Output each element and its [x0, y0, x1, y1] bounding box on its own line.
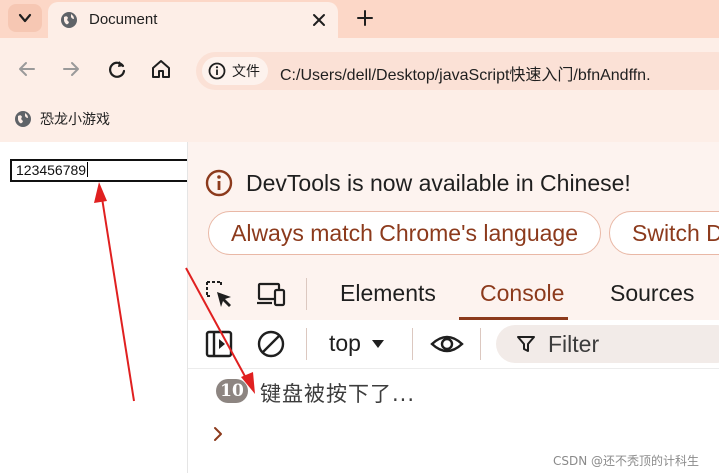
address-bar[interactable]: 文件 C:/Users/dell/Desktop/javaScript快速入门/…	[196, 52, 719, 90]
console-prompt-icon[interactable]	[210, 426, 226, 442]
text-input[interactable]: 123456789	[10, 159, 190, 182]
dropdown-arrow-icon	[371, 339, 384, 348]
site-chip-label: 文件	[232, 63, 260, 79]
browser-tab[interactable]: Document	[48, 2, 338, 38]
tab-title: Document	[89, 11, 158, 28]
notice-text: DevTools is now available in Chinese!	[246, 170, 631, 196]
tab-strip: Document	[0, 0, 719, 38]
language-notice: DevTools is now available in Chinese! Al…	[188, 142, 719, 268]
info-icon	[208, 62, 226, 80]
bookmark-item[interactable]: 恐龙小游戏	[14, 109, 110, 129]
always-match-language-button[interactable]: Always match Chrome's language	[208, 211, 601, 255]
bookmarks-bar: 恐龙小游戏	[0, 100, 719, 142]
page-viewport: 123456789	[0, 142, 190, 473]
tab-elements[interactable]: Elements	[340, 280, 436, 307]
home-icon[interactable]	[150, 58, 172, 80]
repeat-count-badge: 10	[216, 379, 248, 403]
filter-placeholder: Filter	[548, 331, 600, 357]
text-caret	[87, 162, 89, 177]
devtools-tabs-bar: Elements Console Sources	[188, 268, 719, 321]
switch-language-button[interactable]: Switch D	[609, 211, 719, 255]
watermark: CSDN @还不秃顶的计科生	[553, 454, 700, 468]
tab-search-button[interactable]	[8, 4, 42, 32]
forward-icon[interactable]	[60, 58, 82, 80]
tab-sources[interactable]: Sources	[610, 280, 694, 307]
divider	[306, 328, 307, 360]
context-selector[interactable]: top	[329, 330, 385, 357]
new-tab-icon[interactable]	[354, 7, 376, 29]
log-message: 键盘被按下了...	[260, 382, 416, 406]
divider	[480, 328, 481, 360]
devtools-panel: DevTools is now available in Chinese! Al…	[187, 142, 719, 473]
filter-input[interactable]: Filter	[496, 325, 719, 363]
input-value: 123456789	[16, 162, 87, 178]
context-label: top	[329, 330, 361, 356]
console-toolbar: top Filter	[188, 320, 719, 369]
filter-icon	[517, 336, 535, 352]
console-log-row: 10 键盘被按下了...	[188, 374, 719, 408]
sidebar-toggle-icon[interactable]	[204, 329, 234, 359]
clear-console-icon[interactable]	[256, 329, 286, 359]
divider	[412, 328, 413, 360]
globe-icon	[61, 12, 77, 28]
site-info-chip[interactable]: 文件	[202, 57, 268, 85]
divider	[306, 278, 307, 310]
tab-console[interactable]: Console	[480, 280, 564, 307]
globe-icon	[15, 111, 31, 127]
bookmark-label: 恐龙小游戏	[40, 111, 110, 127]
info-icon	[205, 169, 233, 197]
eye-icon[interactable]	[430, 329, 464, 359]
back-icon[interactable]	[16, 58, 38, 80]
device-toolbar-icon[interactable]	[256, 279, 286, 309]
inspect-element-icon[interactable]	[204, 279, 234, 309]
close-icon[interactable]	[310, 11, 328, 29]
reload-icon[interactable]	[106, 58, 128, 80]
browser-toolbar: 文件 C:/Users/dell/Desktop/javaScript快速入门/…	[0, 38, 719, 100]
chevron-down-icon	[18, 13, 32, 23]
url-text[interactable]: C:/Users/dell/Desktop/javaScript快速入门/bfn…	[280, 61, 651, 85]
